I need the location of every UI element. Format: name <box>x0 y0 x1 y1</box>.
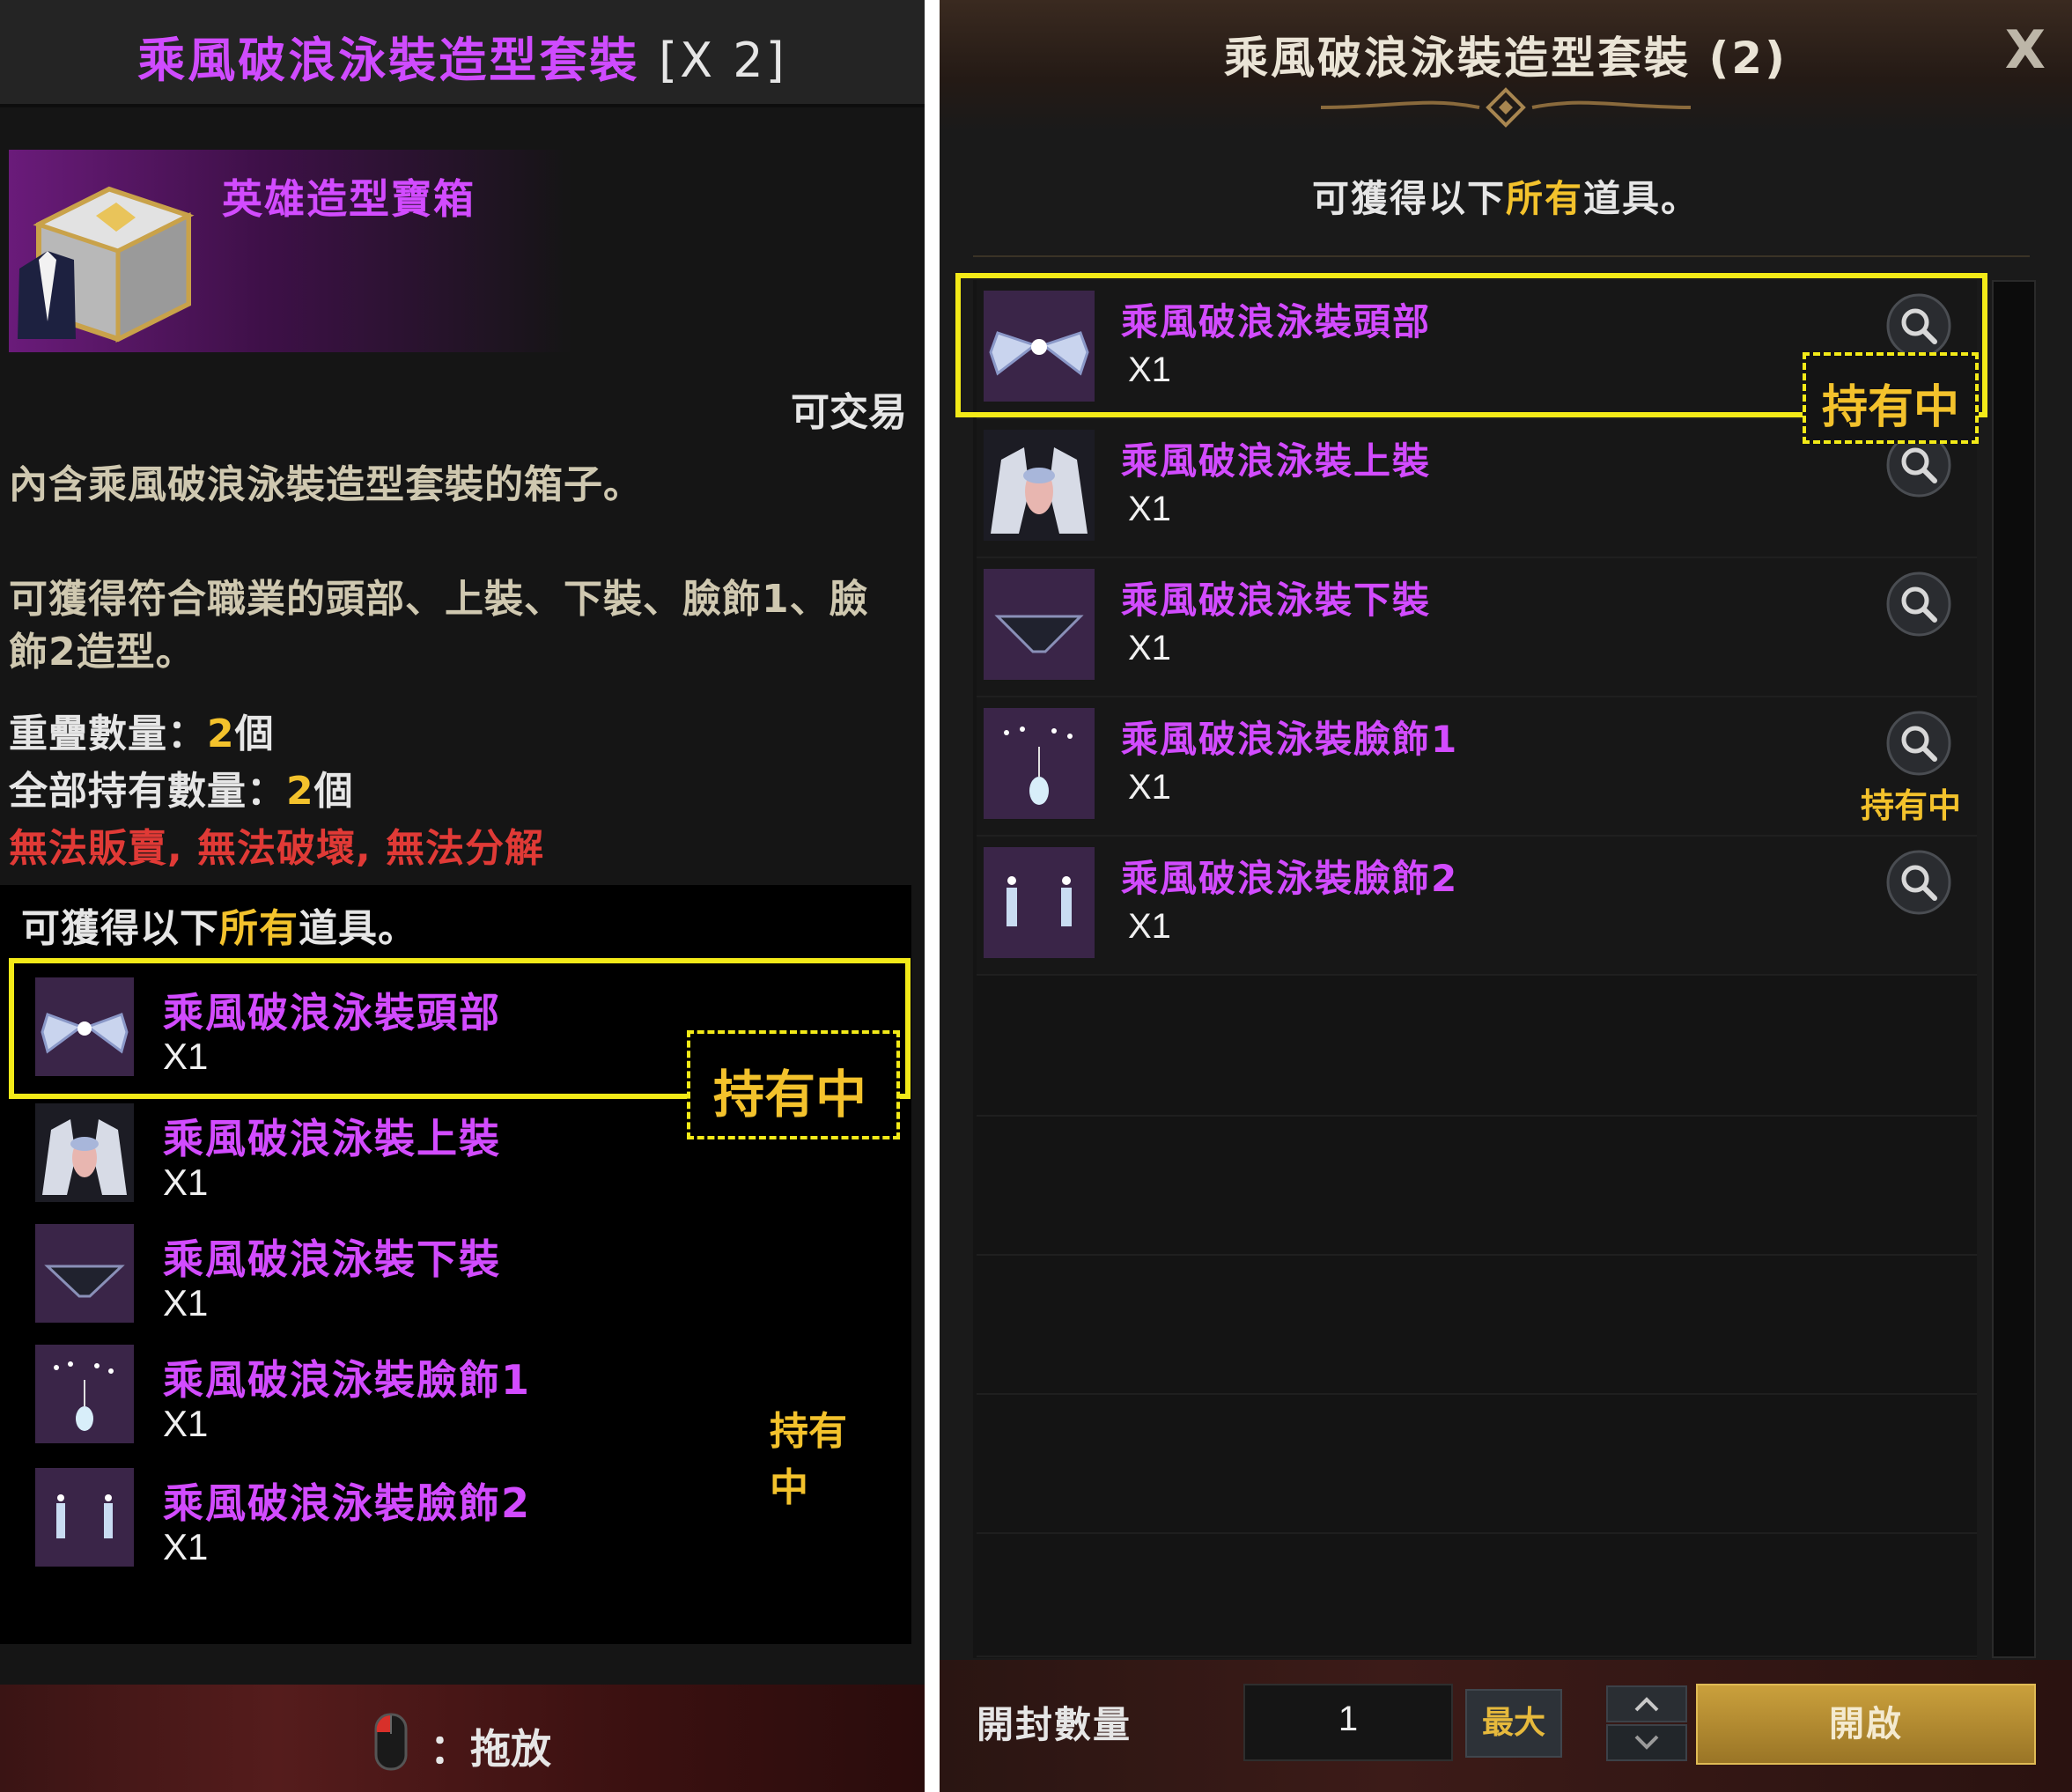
description-line-2: 飾2造型。 <box>9 630 195 675</box>
earrings-icon <box>984 847 1095 958</box>
chevron-down-icon <box>1634 1735 1659 1750</box>
item-name: 乘風破浪泳裝臉飾2 <box>163 1479 532 1527</box>
item-tooltip-panel: 乘風破浪泳裝造型套裝 [X 2] 英雄造型寶箱 可交易 內含乘風破浪泳裝造型套裝… <box>0 0 925 1792</box>
hero-box-name: 英雄造型寶箱 <box>222 175 476 223</box>
list-item[interactable]: 乘風破浪泳裝臉飾2 X1 <box>977 837 1977 976</box>
swimsuit-top-icon <box>984 430 1095 541</box>
window-subtitle: 可獲得以下所有道具。 <box>1311 177 1700 220</box>
box-open-window: 乘風破浪泳裝造型套裝 (2) X 可獲得以下所有道具。 乘風破浪泳裝頭部 X1 <box>940 0 2072 1792</box>
search-icon[interactable] <box>1885 710 1952 777</box>
item-quantity: X1 <box>1128 629 1171 667</box>
description-text: 內含乘風破浪泳裝造型套裝的箱子。 <box>9 462 643 507</box>
swimsuit-bottom-icon <box>984 569 1095 680</box>
list-item: 乘風破浪泳裝下裝 X1 <box>35 1224 881 1338</box>
empty-row <box>977 1393 1977 1534</box>
swimsuit-top-icon <box>35 1103 134 1202</box>
close-button[interactable]: X <box>2005 19 2046 81</box>
drag-hint: ：拖放 <box>430 1725 551 1773</box>
search-icon[interactable] <box>1885 571 1952 638</box>
tooltip-title: 乘風破浪泳裝造型套裝 [X 2] <box>137 33 787 88</box>
item-quantity: X1 <box>163 1403 209 1444</box>
increment-button[interactable] <box>1606 1685 1687 1722</box>
item-quantity: X1 <box>163 1282 209 1324</box>
item-quantity: X1 <box>1128 907 1171 946</box>
chevron-up-icon <box>1634 1697 1659 1712</box>
contents-list-header: 可獲得以下所有道具。 <box>21 906 417 951</box>
item-name: 乘風破浪泳裝上裝 <box>163 1115 501 1162</box>
item-name: 乘風破浪泳裝上裝 <box>1121 439 1432 483</box>
decrement-button[interactable] <box>1606 1724 1687 1761</box>
stack-count: 重疊數量：2個 <box>9 712 275 756</box>
tradable-label: 可交易 <box>791 390 907 435</box>
pendant-icon <box>984 708 1095 819</box>
item-quantity: X1 <box>1128 768 1171 807</box>
item-name: 乘風破浪泳裝下裝 <box>1121 579 1432 622</box>
title-ornament-icon <box>1320 87 1692 128</box>
costume-chest-icon <box>18 186 195 343</box>
empty-row <box>977 1254 1977 1395</box>
item-name: 乘風破浪泳裝下裝 <box>163 1235 501 1283</box>
owned-badge: 持有中 <box>1861 786 1962 825</box>
item-name: 乘風破浪泳裝臉飾1 <box>1121 718 1459 761</box>
item-name: 乘風破浪泳裝臉飾1 <box>163 1356 532 1404</box>
item-quantity: X1 <box>1128 490 1171 528</box>
list-item[interactable]: 乘風破浪泳裝下裝 X1 <box>977 558 1977 697</box>
owned-count: 全部持有數量：2個 <box>9 769 354 814</box>
restrictions-text: 無法販賣, 無法破壞, 無法分解 <box>9 826 545 871</box>
empty-row <box>977 976 1977 1117</box>
item-name: 乘風破浪泳裝臉飾2 <box>1121 857 1459 900</box>
description-line-1: 可獲得符合職業的頭部、上裝、下裝、臉飾1、臉 <box>9 577 869 622</box>
open-quantity-label: 開封數量 <box>977 1703 1132 1746</box>
list-item: 乘風破浪泳裝臉飾2 X1 <box>35 1468 881 1582</box>
window-title: 乘風破浪泳裝造型套裝 (2) <box>1224 33 1788 84</box>
earrings-icon <box>35 1468 134 1567</box>
max-button[interactable]: 最大 <box>1465 1689 1562 1758</box>
scrollbar[interactable] <box>1992 280 2036 1658</box>
owned-badge-large: 持有中 <box>1822 381 1960 434</box>
list-item: 乘風破浪泳裝臉飾1 X1 持有中 <box>35 1345 881 1510</box>
item-quantity: X1 <box>163 1526 209 1567</box>
search-icon[interactable] <box>1885 849 1952 916</box>
open-button[interactable]: 開啟 <box>1696 1684 2036 1765</box>
divider <box>973 255 2030 257</box>
item-quantity: X1 <box>163 1161 209 1203</box>
empty-row <box>977 1115 1977 1256</box>
mouse-icon <box>374 1713 408 1771</box>
quantity-value: 1 <box>1338 1700 1359 1738</box>
empty-row <box>977 1532 1977 1657</box>
pendant-icon <box>35 1345 134 1443</box>
swimsuit-bottom-icon <box>35 1224 134 1323</box>
owned-badge-large: 持有中 <box>713 1065 867 1125</box>
tooltip-title-count: [X 2] <box>659 33 787 88</box>
list-item[interactable]: 乘風破浪泳裝臉飾1 X1 持有中 <box>977 697 1977 837</box>
